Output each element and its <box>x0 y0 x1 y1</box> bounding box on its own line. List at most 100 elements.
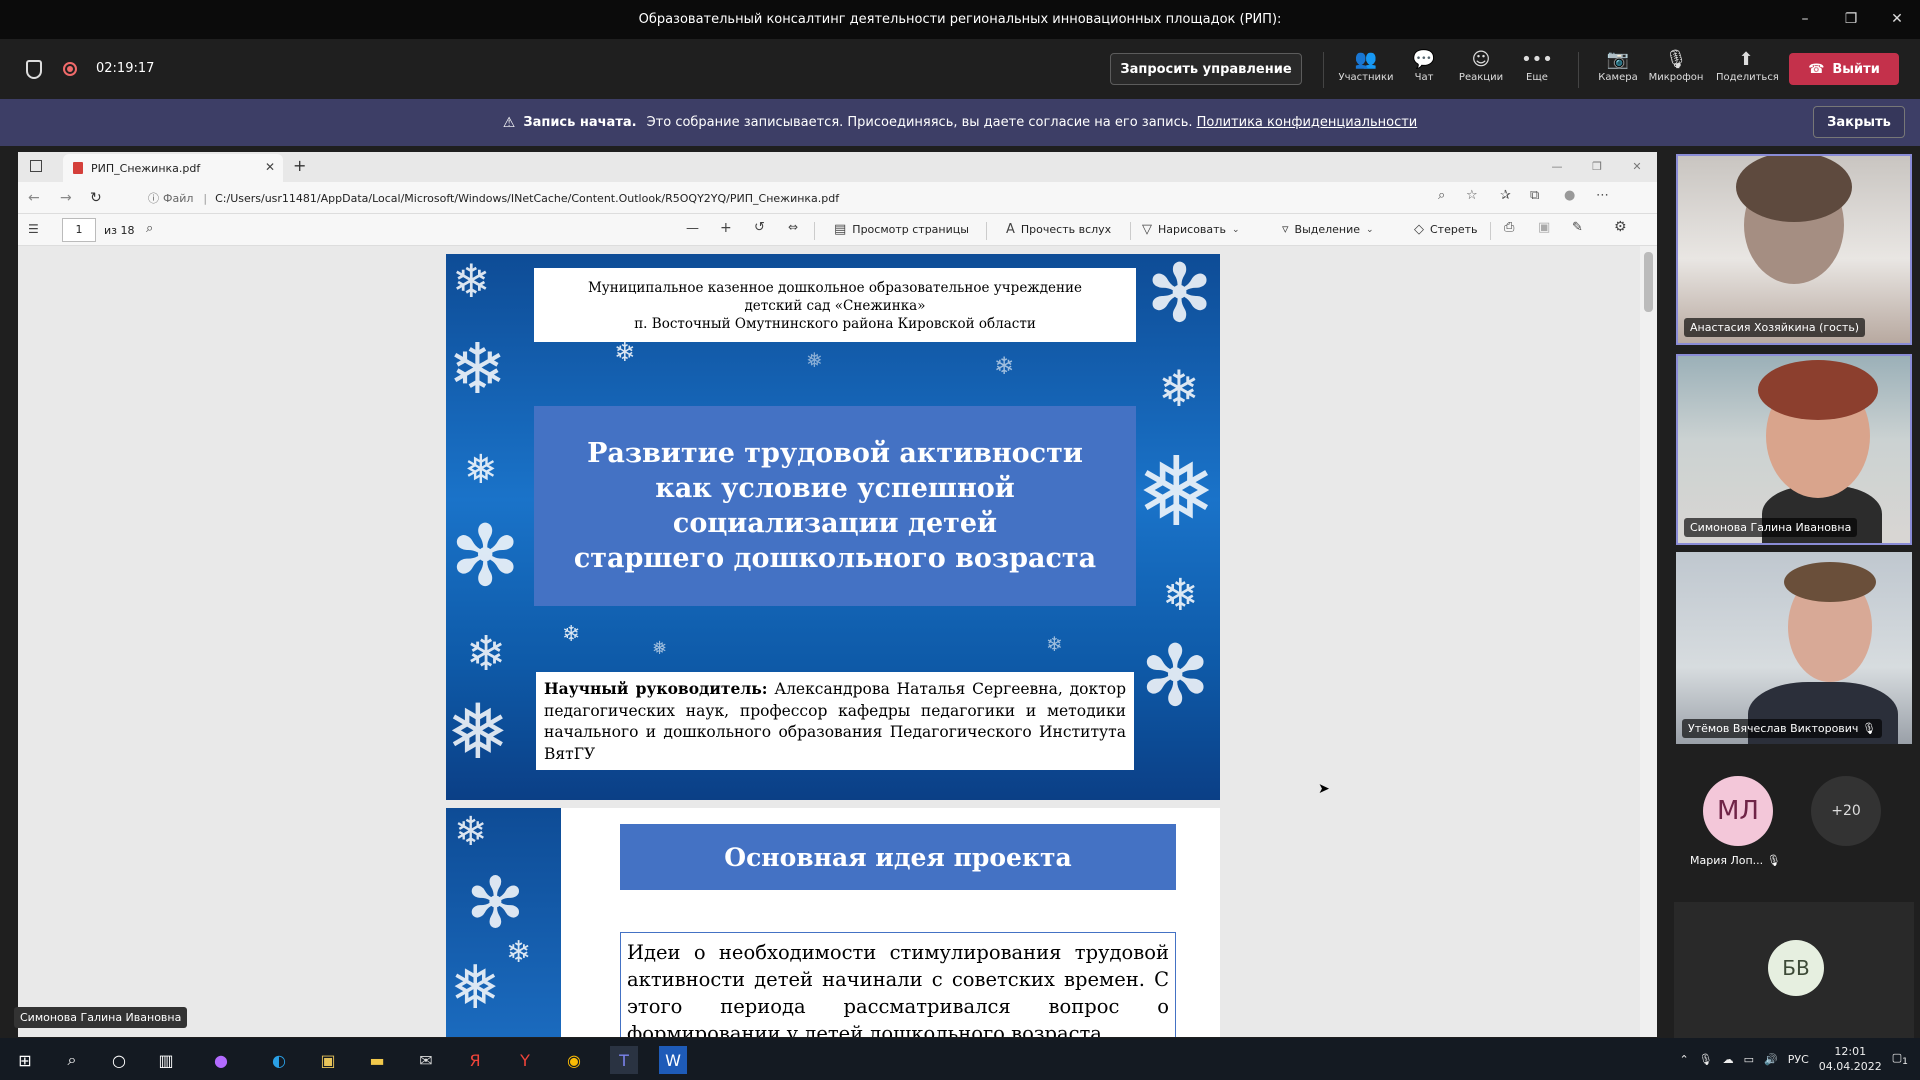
browser-close-button[interactable]: ✕ <box>1617 152 1657 182</box>
contents-icon[interactable]: ☰ <box>28 222 39 236</box>
zoom-in-icon[interactable]: + <box>720 220 732 236</box>
notifications-icon[interactable]: ▢1 <box>1892 1051 1908 1067</box>
gear-icon[interactable]: ⚙ <box>1614 219 1627 235</box>
cloud-icon[interactable]: ☁ <box>1723 1053 1734 1066</box>
browser-window-controls: — ❐ ✕ <box>1537 152 1657 182</box>
window-controls: – ❐ ✕ <box>1782 0 1920 39</box>
save-as-icon[interactable]: ✎ <box>1572 220 1583 235</box>
participant-video[interactable]: Утёмов Вячеслав Викторович 🎙 <box>1676 552 1912 744</box>
more-participants-button[interactable]: +20 <box>1811 776 1881 846</box>
eraser-icon: ◇ <box>1414 222 1424 237</box>
snowflake-decoration: ❄ <box>1046 632 1063 656</box>
search-icon[interactable]: ⌕ <box>58 1046 86 1074</box>
toolbar-divider <box>1130 222 1131 240</box>
print-icon[interactable]: ⎙ <box>1504 220 1514 235</box>
page-number-input[interactable]: 1 <box>62 218 96 242</box>
read-aloud-button[interactable]: A Прочесть вслух <box>1006 222 1111 237</box>
profile-icon[interactable]: ● <box>1564 188 1575 203</box>
back-icon[interactable]: ← <box>28 190 40 206</box>
more-button[interactable]: ••• Еще <box>1507 48 1567 96</box>
window-title: Образовательный консалтинг деятельности … <box>638 12 1282 27</box>
tab-pdf[interactable]: РИП_Снежинка.pdf ✕ <box>63 154 283 182</box>
network-icon[interactable]: ▭ <box>1744 1053 1754 1066</box>
yandex-browser-icon[interactable]: Y <box>511 1046 539 1074</box>
zoom-icon[interactable]: ⌕ <box>1438 188 1445 203</box>
forward-icon[interactable]: → <box>60 190 72 206</box>
snowflake-decoration: ❄ <box>1158 360 1200 418</box>
settings-more-icon[interactable]: ⋯ <box>1596 188 1609 203</box>
new-tab-icon[interactable]: + <box>293 156 306 175</box>
draw-button[interactable]: ▽ Нарисовать ⌄ <box>1142 222 1240 237</box>
avatar[interactable]: БВ <box>1768 940 1824 996</box>
pdf-scrollbar[interactable] <box>1640 246 1657 1037</box>
pdf-toolbar: ☰ 1 из 18 ⌕ — + ↺ ⇔ ▤ Просмотр страницы … <box>18 214 1657 246</box>
microphone-button[interactable]: 🎙 Микрофон <box>1646 48 1706 96</box>
snowflake-decoration: ✻ <box>1146 254 1214 340</box>
page-view-icon: ▤ <box>834 222 847 237</box>
browser-minimize-button[interactable]: — <box>1537 152 1577 182</box>
app-icon[interactable]: ● <box>207 1046 235 1074</box>
file-explorer-icon[interactable]: ▬ <box>363 1046 391 1074</box>
snowflake-decoration: ❅ <box>806 348 823 372</box>
pdf-scrollbar-thumb[interactable] <box>1644 252 1653 312</box>
participant-video-speaking[interactable]: Симонова Галина Ивановна <box>1676 354 1912 545</box>
yandex-icon[interactable]: Я <box>461 1046 489 1074</box>
request-control-button[interactable]: Запросить управление <box>1110 53 1302 85</box>
highlight-button[interactable]: ▿ Выделение ⌄ <box>1282 222 1374 237</box>
reactions-button[interactable]: ☺ Реакции <box>1451 48 1511 96</box>
page-view-button[interactable]: ▤ Просмотр страницы <box>834 222 969 237</box>
chat-button[interactable]: 💬 Чат <box>1394 48 1454 96</box>
phone-hangup-icon: ☎ <box>1808 61 1825 77</box>
participant-video[interactable]: Анастасия Хозяйкина (гость) <box>1676 154 1912 345</box>
fit-page-icon[interactable]: ⇔ <box>788 220 798 234</box>
recording-banner: ⚠ Запись начата. Это собрание записывает… <box>0 99 1920 146</box>
participant-name: Утёмов Вячеслав Викторович 🎙 <box>1682 719 1882 738</box>
share-button[interactable]: ⬆ Поделиться <box>1716 48 1779 96</box>
slide-title-line: старшего дошкольного возраста <box>573 543 1097 574</box>
close-tab-icon[interactable]: ✕ <box>265 160 275 174</box>
windows-start-icon[interactable]: ⊞ <box>11 1046 39 1074</box>
avatar[interactable]: МЛ <box>1703 776 1773 846</box>
cortana-icon[interactable]: ○ <box>105 1046 133 1074</box>
language-indicator[interactable]: РУС <box>1788 1053 1809 1066</box>
info-icon: ⓘ <box>148 192 159 205</box>
edge-icon[interactable]: ◐ <box>265 1046 293 1074</box>
save-icon[interactable]: ▣ <box>1538 220 1550 235</box>
clock[interactable]: 12:01 04.04.2022 <box>1819 1044 1882 1074</box>
chrome-icon[interactable]: ◉ <box>560 1046 588 1074</box>
tab-actions-icon[interactable] <box>30 160 42 172</box>
toolbar-divider <box>1578 52 1579 88</box>
rotate-icon[interactable]: ↺ <box>754 220 765 235</box>
teams-icon[interactable]: T <box>610 1046 638 1074</box>
search-icon[interactable]: ⌕ <box>146 221 153 236</box>
task-view-icon[interactable]: ▥ <box>152 1046 180 1074</box>
minimize-button[interactable]: – <box>1782 0 1828 39</box>
favorite-add-icon[interactable]: ☆ <box>1466 188 1478 203</box>
window-titlebar: Образовательный консалтинг деятельности … <box>0 0 1920 39</box>
browser-restore-button[interactable]: ❐ <box>1577 152 1617 182</box>
restore-button[interactable]: ❐ <box>1828 0 1874 39</box>
privacy-policy-link[interactable]: Политика конфиденциальности <box>1197 115 1418 130</box>
url-field[interactable]: ⓘ Файл | C:/Users/usr11481/AppData/Local… <box>148 186 1448 210</box>
participants-button[interactable]: 👥 Участники <box>1336 48 1396 96</box>
refresh-icon[interactable]: ↻ <box>90 190 102 206</box>
microphone-icon[interactable]: 🎙 <box>1699 1053 1713 1066</box>
slide-title-box: Развитие трудовой активности как условие… <box>534 406 1136 606</box>
chevron-up-icon[interactable]: ⌃ <box>1679 1053 1688 1066</box>
volume-icon[interactable]: 🔊 <box>1764 1053 1778 1066</box>
collections-icon[interactable]: ⧉ <box>1530 188 1539 203</box>
close-banner-button[interactable]: Закрыть <box>1813 106 1905 138</box>
pdf-viewport[interactable]: ❄ ❄ ❅ ✻ ❄ ❅ ✻ ❄ ❅ ❄ ✻ ❄ ❅ ❄ ❄ ❅ ❄ Муници… <box>18 246 1640 1037</box>
leave-button[interactable]: ☎ Выйти <box>1789 53 1899 85</box>
favorites-icon[interactable]: ✰ <box>1500 188 1511 203</box>
close-window-button[interactable]: ✕ <box>1874 0 1920 39</box>
mail-icon[interactable]: ✉ <box>412 1046 440 1074</box>
store-icon[interactable]: ▣ <box>314 1046 342 1074</box>
camera-button[interactable]: 📷 Камера <box>1588 48 1648 96</box>
erase-button[interactable]: ◇ Стереть <box>1414 222 1478 237</box>
toolbar-divider <box>1323 52 1324 88</box>
word-icon[interactable]: W <box>659 1046 687 1074</box>
browser-tabbar: РИП_Снежинка.pdf ✕ + — ❐ ✕ <box>18 152 1657 182</box>
zoom-out-icon[interactable]: — <box>686 221 699 236</box>
shield-icon <box>26 60 42 79</box>
